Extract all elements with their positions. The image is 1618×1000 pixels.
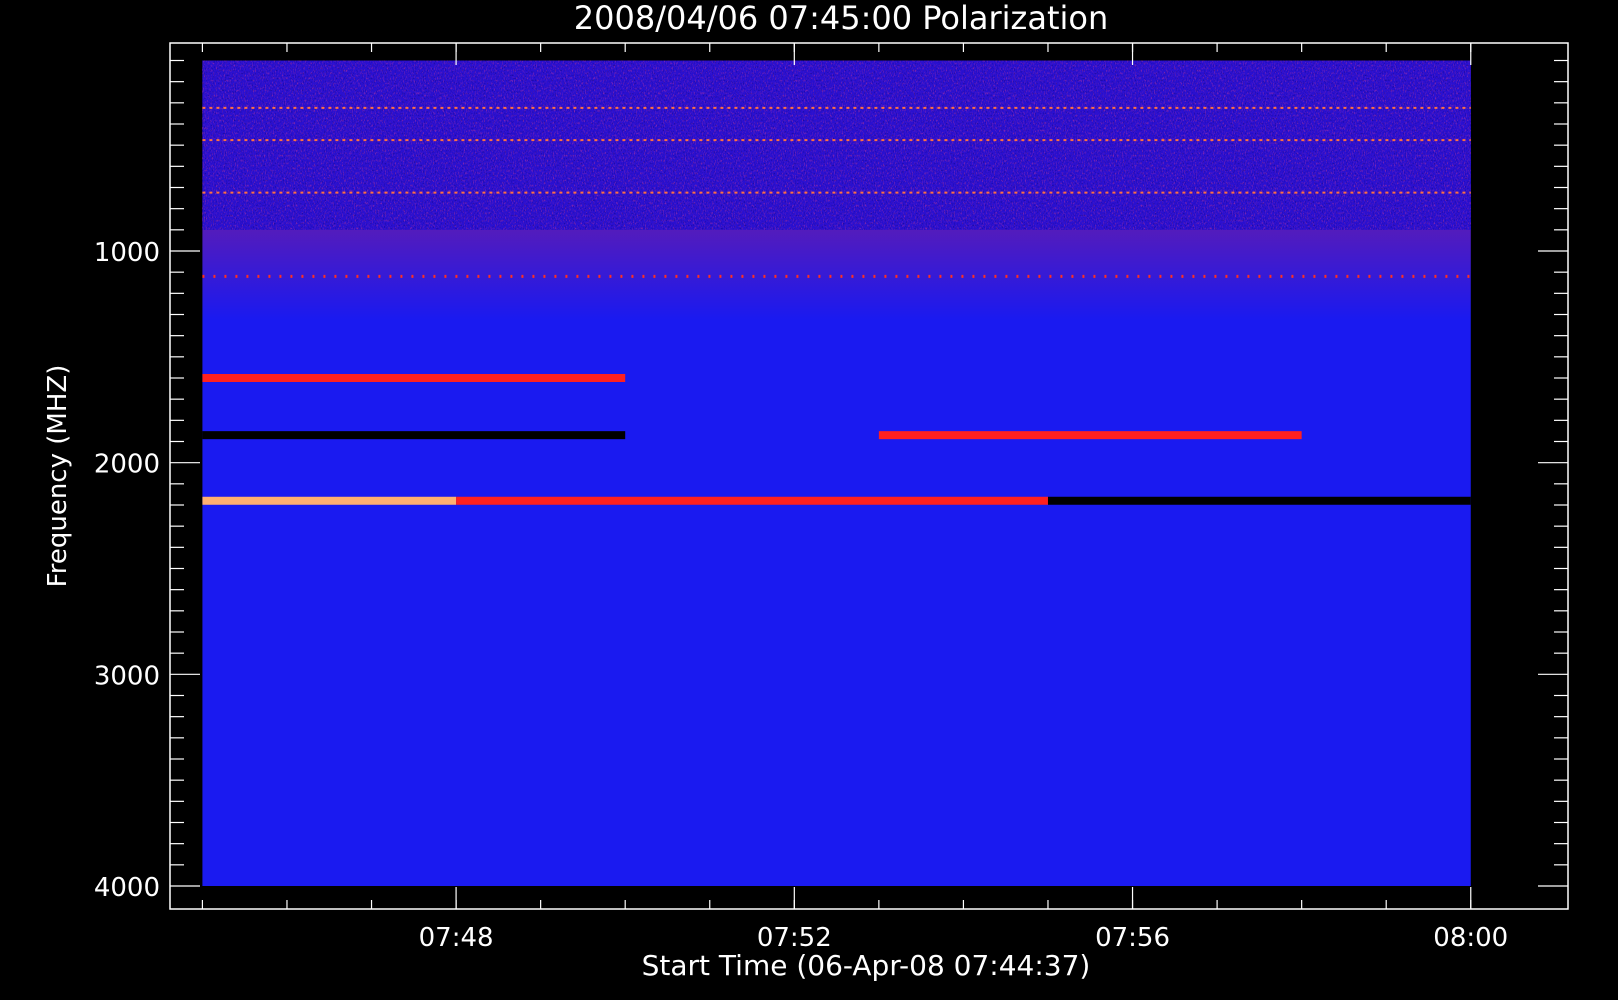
y-tick-label: 2000 bbox=[94, 450, 160, 480]
y-tick-label: 1000 bbox=[94, 238, 160, 268]
noisy-band-fade bbox=[202, 229, 1471, 320]
emission-line-segment bbox=[202, 374, 626, 382]
chart-title: 2008/04/06 07:45:00 Polarization bbox=[574, 0, 1108, 37]
x-tick-label: 08:00 bbox=[1433, 923, 1508, 953]
x-tick-label: 07:56 bbox=[1095, 923, 1170, 953]
noisy-band-dark-speckle bbox=[202, 60, 1471, 230]
emission-line-segment bbox=[1047, 496, 1471, 505]
emission-line-segment bbox=[202, 496, 457, 505]
emission-line-segment bbox=[456, 496, 1048, 505]
x-axis-label: Start Time (06-Apr-08 07:44:37) bbox=[642, 949, 1091, 982]
y-tick-label: 3000 bbox=[94, 661, 160, 691]
spectrogram-chart: 2008/04/06 07:45:00 Polarization 07:48 07… bbox=[43, 0, 1569, 982]
x-tick-label: 07:48 bbox=[419, 923, 494, 953]
emission-line-segment bbox=[878, 431, 1302, 440]
y-tick-label: 4000 bbox=[94, 873, 160, 903]
emission-line-segment bbox=[202, 431, 626, 440]
y-axis-label: Frequency (MHZ) bbox=[43, 365, 73, 588]
heatmap-image bbox=[202, 60, 1471, 886]
